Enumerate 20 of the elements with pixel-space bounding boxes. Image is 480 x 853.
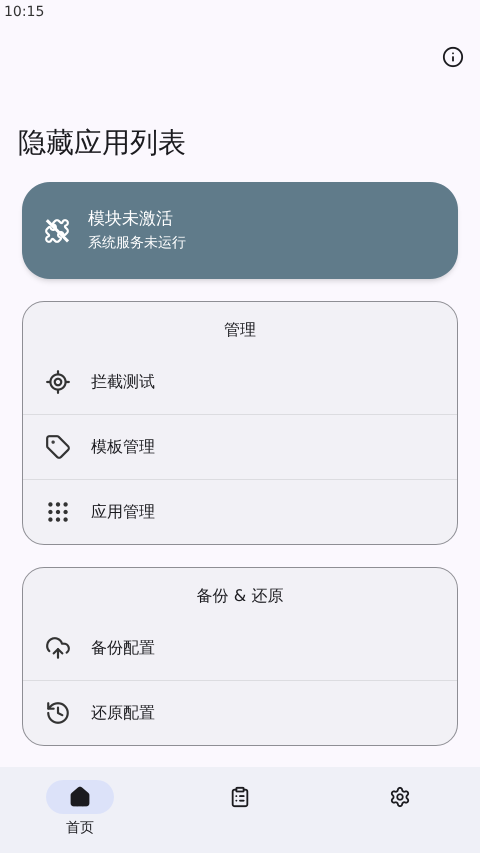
page-title: 隐藏应用列表 [18,125,187,162]
tag-icon [45,434,71,460]
menu-item[interactable]: 备份配置 [23,616,457,680]
menu-item[interactable]: 还原配置 [23,681,457,745]
status-subtitle: 系统服务未运行 [88,234,186,253]
menu-item[interactable]: 模板管理 [23,415,457,479]
section-title: 管理 [223,319,257,341]
restore-icon [45,700,71,726]
settings-icon [389,786,411,808]
status-title: 模块未激活 [88,208,174,232]
puzzle-off-icon [44,218,70,244]
target-icon [45,369,71,395]
nav-item[interactable]: 首页 [0,767,160,853]
cloud-upload-icon [45,635,71,661]
clipboard-icon [229,786,251,808]
section-title: 备份 & 还原 [196,585,284,607]
home-icon [69,786,91,808]
status-time: 10:15 [4,3,44,22]
menu-item[interactable]: 应用管理 [23,480,457,544]
menu-item[interactable]: 拦截测试 [23,350,457,414]
